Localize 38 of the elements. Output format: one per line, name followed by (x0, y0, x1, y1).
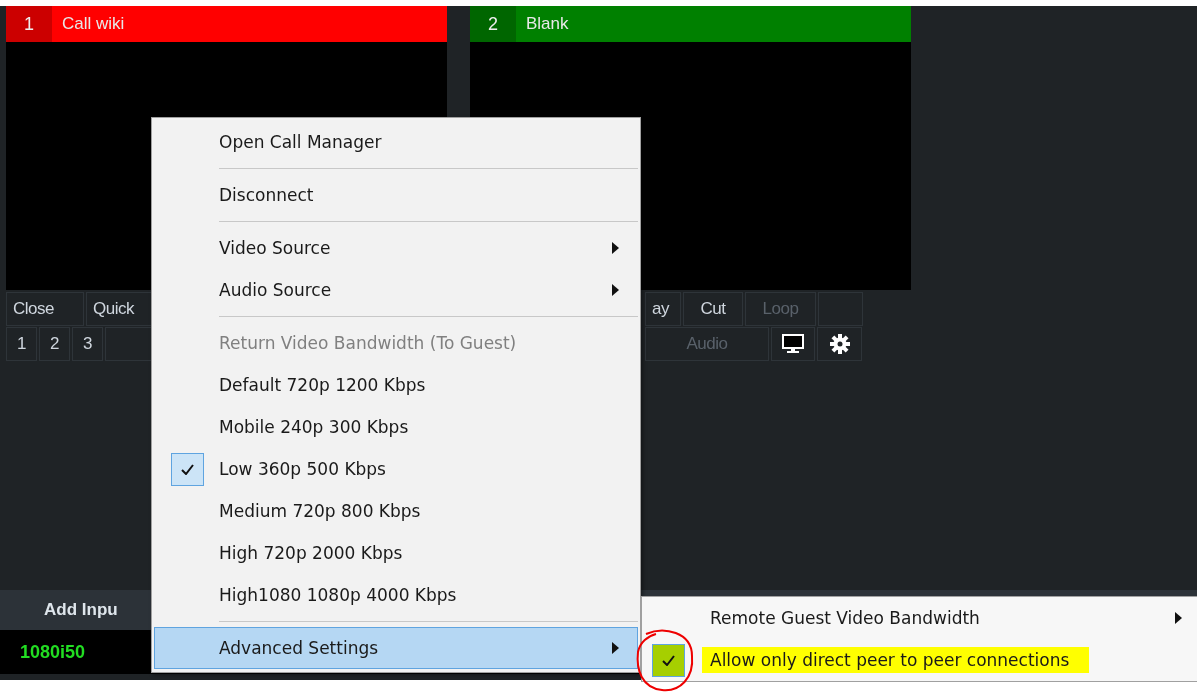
input-title: Call wiki (62, 14, 125, 34)
menu-item-label: Remote Guest Video Bandwidth (709, 607, 981, 630)
control-button[interactable]: Close (6, 292, 84, 326)
menu-item[interactable]: Medium 720p 800 Kbps (154, 490, 638, 532)
menu-item[interactable]: Advanced Settings (154, 627, 638, 669)
menu-item[interactable]: Open Call Manager (154, 121, 638, 163)
highlighted-label: Allow only direct peer to peer connections (702, 647, 1090, 673)
control-button[interactable]: 3 (72, 327, 103, 361)
menu-item[interactable]: Low 360p 500 Kbps (154, 448, 638, 490)
menu-item[interactable]: Audio Source (154, 269, 638, 311)
submenu-arrow-icon (612, 284, 619, 296)
settings-icon (829, 334, 850, 354)
menu-item[interactable]: Disconnect (154, 174, 638, 216)
menu-item[interactable]: High1080 1080p 4000 Kbps (154, 574, 638, 616)
menu-item[interactable]: Allow only direct peer to peer connections (642, 639, 1197, 681)
menu-item[interactable]: High 720p 2000 Kbps (154, 532, 638, 574)
menu-item[interactable]: Default 720p 1200 Kbps (154, 364, 638, 406)
monitor-icon (782, 334, 804, 354)
input-title: Blank (526, 14, 569, 34)
submenu-arrow-icon (1175, 612, 1182, 624)
control-button[interactable]: ay (645, 292, 681, 326)
menu-item[interactable]: Remote Guest Video Bandwidth (642, 597, 1197, 639)
control-button[interactable]: 1 (6, 327, 37, 361)
menu-item[interactable]: Mobile 240p 300 Kbps (154, 406, 638, 448)
check-icon (662, 654, 675, 666)
menu-item[interactable]: Video Source (154, 227, 638, 269)
monitor-button[interactable] (771, 327, 815, 361)
settings-button[interactable] (817, 327, 862, 361)
control-button[interactable]: 2 (39, 327, 70, 361)
video-format: 1080i50 (20, 641, 86, 663)
control-button[interactable]: Cut (683, 292, 743, 326)
input-number: 2 (470, 6, 516, 42)
submenu-arrow-icon (612, 242, 619, 254)
submenu-arrow-icon (612, 642, 619, 654)
menu-heading: Return Video Bandwidth (To Guest) (218, 332, 518, 355)
add-input-button[interactable]: Add Inpu (44, 600, 118, 620)
check-icon (180, 463, 194, 475)
input-number: 1 (6, 6, 52, 42)
